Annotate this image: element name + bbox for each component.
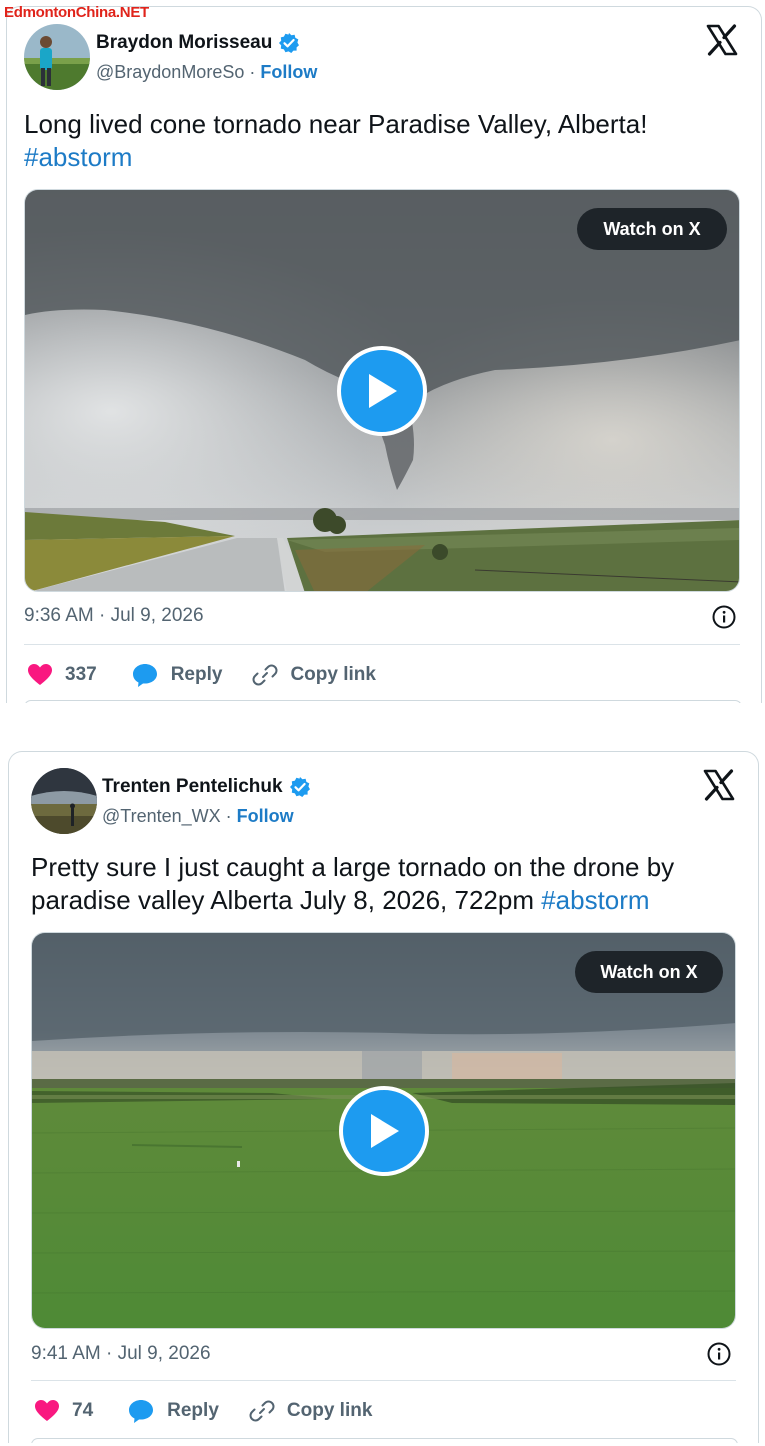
heart-icon xyxy=(35,1400,59,1421)
author-handle[interactable]: @Trenten_WX xyxy=(102,806,221,826)
tweet-text: Long lived cone tornado near Paradise Va… xyxy=(24,108,647,174)
link-icon xyxy=(249,1400,275,1422)
info-icon[interactable] xyxy=(711,604,737,630)
author-avatar[interactable] xyxy=(31,768,97,834)
read-replies-edge xyxy=(31,1438,738,1443)
tweet-text-line: Pretty sure I just caught a large tornad… xyxy=(31,852,675,882)
author-handle-row: @BraydonMoreSo · Follow xyxy=(96,62,317,83)
tweet-actions: 337 Reply Copy link xyxy=(27,662,376,688)
reply-button[interactable]: Reply xyxy=(131,662,223,688)
info-icon[interactable] xyxy=(706,1341,732,1367)
copy-link-label: Copy link xyxy=(290,664,376,685)
like-button[interactable]: 74 xyxy=(34,1399,93,1423)
reply-label: Reply xyxy=(170,664,223,685)
read-replies-edge xyxy=(24,700,742,703)
author-handle-row: @Trenten_WX · Follow xyxy=(102,806,294,827)
tweet-card[interactable]: Trenten Pentelichuk @Trenten_WX · Follow… xyxy=(8,751,759,1443)
hashtag-link[interactable]: #abstorm xyxy=(541,885,649,915)
tweet-timestamp[interactable]: 9:41 AM · Jul 9, 2026 xyxy=(31,1343,211,1365)
tweet-video[interactable]: Watch on X xyxy=(31,932,736,1329)
x-logo-icon[interactable] xyxy=(706,24,738,56)
divider xyxy=(31,1380,736,1381)
author-handle[interactable]: @BraydonMoreSo xyxy=(96,62,244,82)
tweet-text: Pretty sure I just caught a large tornad… xyxy=(31,851,674,917)
author-name[interactable]: Trenten Pentelichuk xyxy=(102,776,311,798)
reply-bubble-icon xyxy=(129,1400,154,1423)
tweet-text-line: Long lived cone tornado near Paradise Va… xyxy=(24,109,648,139)
author-avatar[interactable] xyxy=(24,24,90,90)
reply-bubble-icon xyxy=(132,664,157,687)
divider xyxy=(24,644,740,645)
copy-link-label: Copy link xyxy=(286,1400,373,1421)
separator-dot: · xyxy=(244,62,261,82)
verified-badge-icon xyxy=(289,777,310,797)
watch-on-x-button[interactable]: Watch on X xyxy=(575,951,723,993)
like-count: 74 xyxy=(72,1400,94,1421)
follow-button[interactable]: Follow xyxy=(260,62,317,82)
tweet-text-line: paradise valley Alberta July 8, 2026, 72… xyxy=(31,885,542,915)
x-logo-icon[interactable] xyxy=(703,769,735,801)
link-icon xyxy=(252,664,278,686)
tweet-card[interactable]: Braydon Morisseau @BraydonMoreSo · Follo… xyxy=(6,6,762,703)
copy-link-button[interactable]: Copy link xyxy=(252,662,376,688)
follow-button[interactable]: Follow xyxy=(237,806,294,826)
separator-dot: · xyxy=(220,806,237,826)
tweet-actions: 74 Reply Copy link xyxy=(34,1398,372,1424)
reply-button[interactable]: Reply xyxy=(127,1398,219,1424)
like-button[interactable]: 337 xyxy=(27,663,97,687)
author-name[interactable]: Braydon Morisseau xyxy=(96,32,300,54)
reply-label: Reply xyxy=(167,1400,219,1421)
site-watermark: EdmontonChina.NET xyxy=(4,4,149,21)
play-button[interactable] xyxy=(339,1086,429,1176)
watch-on-x-button[interactable]: Watch on X xyxy=(577,208,727,250)
author-name-text: Braydon Morisseau xyxy=(96,32,273,53)
play-icon xyxy=(371,1114,399,1148)
verified-badge-icon xyxy=(279,33,300,53)
tweet-video[interactable]: Watch on X xyxy=(24,189,740,592)
like-count: 337 xyxy=(65,664,97,685)
play-icon xyxy=(369,374,397,408)
copy-link-button[interactable]: Copy link xyxy=(249,1398,373,1424)
hashtag-link[interactable]: #abstorm xyxy=(24,142,132,172)
heart-icon xyxy=(28,664,52,685)
author-name-text: Trenten Pentelichuk xyxy=(102,776,283,797)
tweet-timestamp[interactable]: 9:36 AM · Jul 9, 2026 xyxy=(24,605,204,627)
play-button[interactable] xyxy=(337,346,427,436)
